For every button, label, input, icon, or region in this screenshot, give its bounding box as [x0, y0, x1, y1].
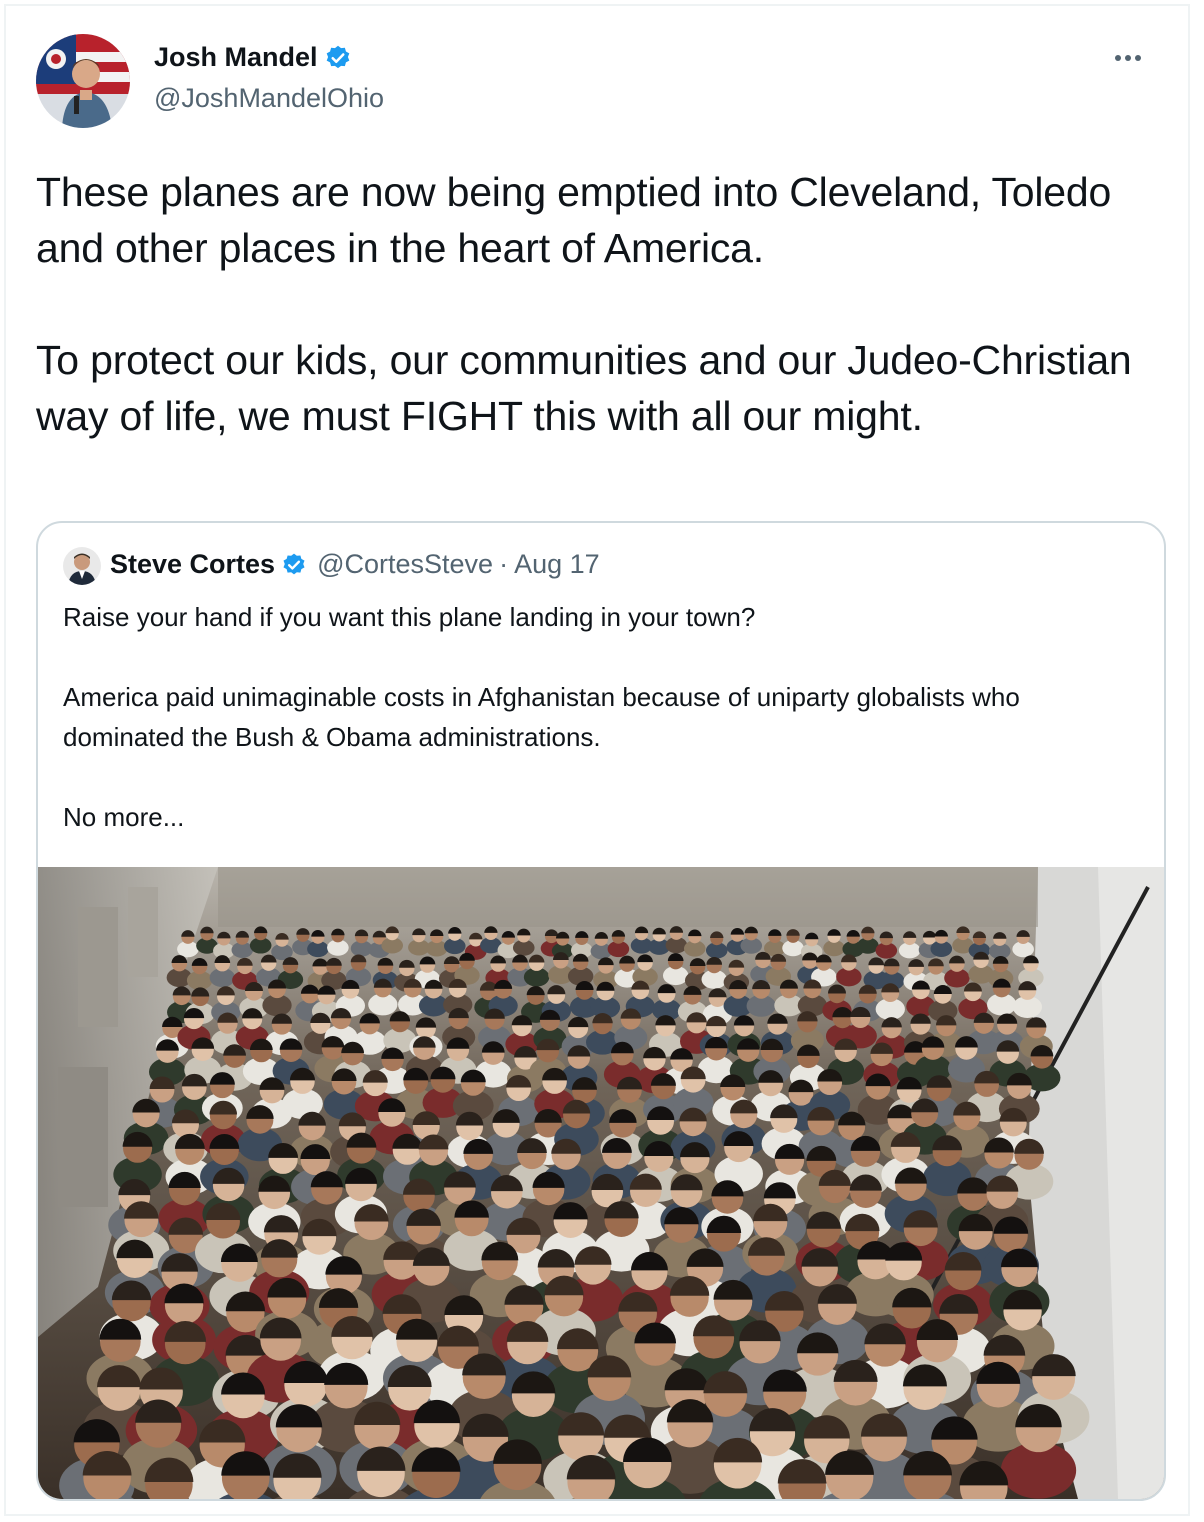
quoted-tweet-header: Steve Cortes @CortesSteve · Aug 17 — [110, 549, 600, 580]
author-name[interactable]: Josh Mandel — [154, 42, 318, 73]
quoted-tweet-photo[interactable] — [38, 867, 1164, 1499]
author-avatar[interactable] — [36, 34, 130, 128]
quoted-tweet-text: Raise your hand if you want this plane l… — [63, 602, 1020, 832]
verified-badge-icon — [281, 552, 307, 578]
author-name-row[interactable]: Josh Mandel — [154, 42, 352, 73]
quoted-meta-separator: · — [499, 549, 509, 579]
quoted-tweet-date: Aug 17 — [514, 549, 600, 579]
tweet-card: Josh Mandel @JoshMandelOhio These planes… — [4, 4, 1190, 1516]
tweet-text: These planes are now being emptied into … — [36, 169, 1132, 439]
quoted-author-avatar — [63, 547, 101, 585]
quoted-tweet[interactable]: Steve Cortes @CortesSteve · Aug 17 Raise… — [36, 521, 1166, 1501]
quoted-author-handle: @CortesSteve — [317, 549, 494, 579]
verified-badge-icon — [324, 44, 352, 72]
author-handle[interactable]: @JoshMandelOhio — [154, 83, 384, 114]
more-horizontal-icon[interactable] — [1110, 46, 1146, 70]
quoted-author-name: Steve Cortes — [110, 549, 276, 579]
